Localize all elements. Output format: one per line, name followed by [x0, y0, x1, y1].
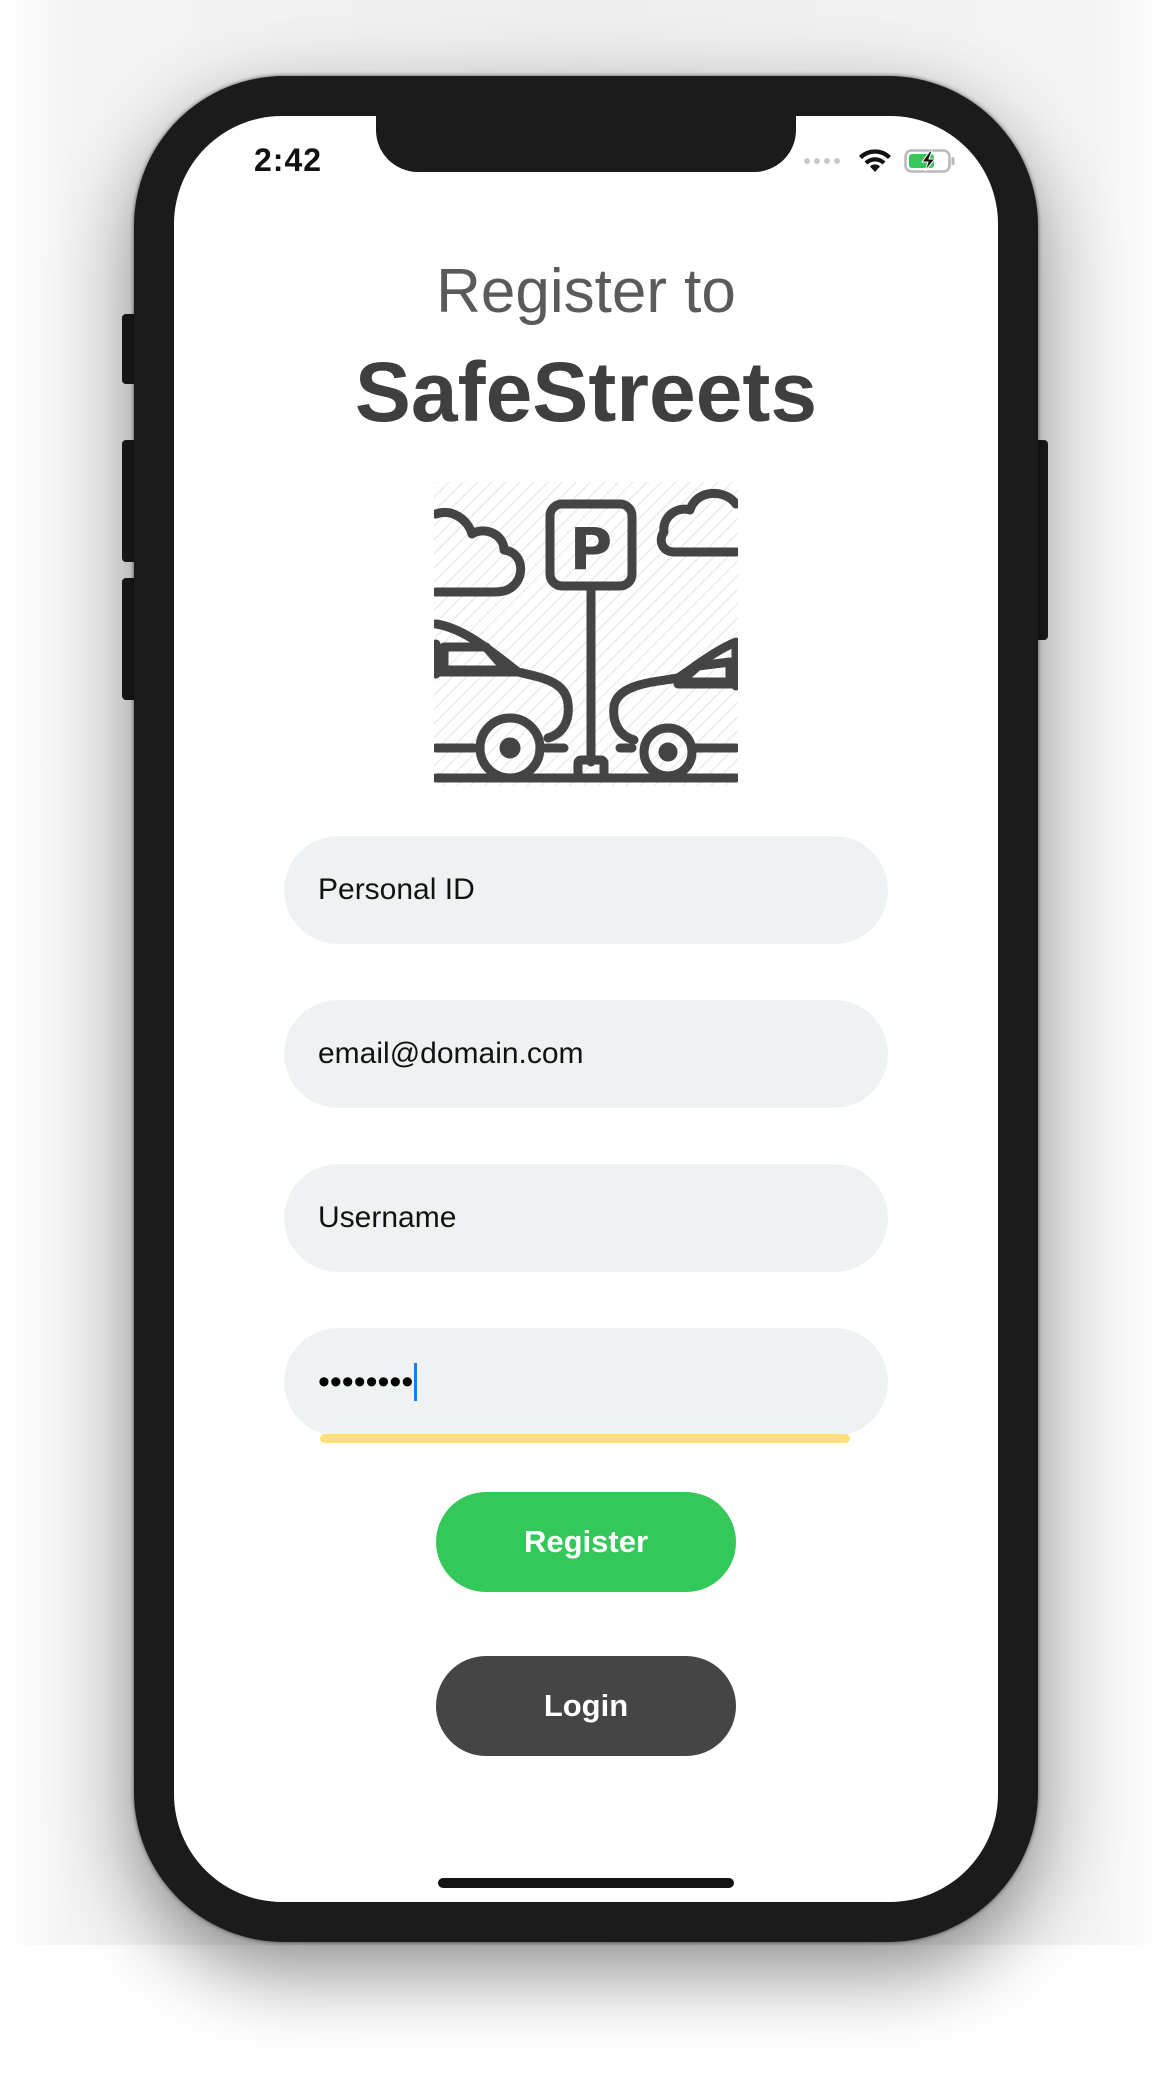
device-stage: 2:42 Register to SafeStreets P Personal …: [0, 0, 1168, 2094]
home-indicator[interactable]: [438, 1878, 734, 1888]
password-focus-underline: [320, 1434, 850, 1443]
email-input[interactable]: [284, 1000, 888, 1108]
page-subtitle: Register to: [436, 257, 736, 326]
username-input[interactable]: [284, 1164, 888, 1272]
personal-id-input[interactable]: [284, 836, 888, 944]
status-time: 2:42: [254, 142, 323, 178]
cellular-signal-icon: [804, 158, 840, 164]
wifi-icon: [859, 149, 891, 172]
notch: [376, 116, 796, 172]
page-title: SafeStreets: [354, 345, 818, 439]
status-icons: [804, 146, 956, 176]
password-input[interactable]: ••••••••: [284, 1328, 888, 1436]
parking-sign-letter: P: [570, 515, 613, 583]
password-masked-value: ••••••••: [318, 1362, 414, 1401]
login-button[interactable]: Login: [436, 1656, 736, 1756]
text-caret: [414, 1363, 418, 1401]
parking-street-illustration: P: [434, 482, 738, 786]
battery-charging-icon: [904, 149, 955, 173]
register-button[interactable]: Register: [436, 1492, 736, 1592]
app-screen: 2:42 Register to SafeStreets P Personal …: [174, 116, 998, 1902]
